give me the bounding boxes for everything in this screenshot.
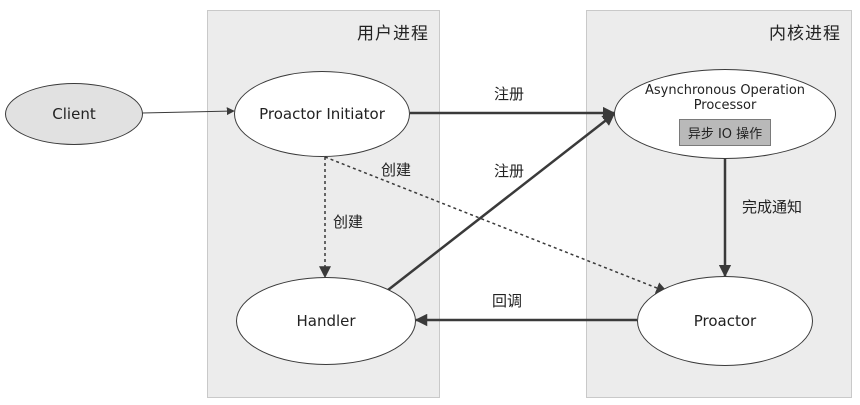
async-io-box: 异步 IO 操作 [678, 118, 772, 146]
handler-node: Handler [236, 277, 416, 365]
handler-register-arrow [387, 113, 615, 291]
async-operation-processor-label: Asynchronous Operation Processor [644, 82, 806, 113]
proactor-initiator-label: Proactor Initiator [259, 105, 385, 123]
async-operation-processor-node: Asynchronous Operation Processor 异步 IO 操… [614, 69, 836, 159]
handler-label: Handler [296, 312, 356, 330]
proactor-initiator-node: Proactor Initiator [234, 71, 410, 157]
proactor-label: Proactor [693, 312, 757, 330]
proactor-diagram: 用户进程 内核进程 Client Proactor Initiator Asyn… [0, 0, 860, 405]
client-label: Client [52, 105, 96, 123]
completion-notify-label: 完成通知 [742, 198, 803, 216]
register-label-diagonal: 注册 [494, 162, 525, 180]
proactor-node: Proactor [637, 276, 813, 366]
create-label-vertical: 创建 [333, 213, 364, 231]
client-to-initiator-arrow [141, 107, 235, 116]
register-label-top: 注册 [494, 85, 525, 103]
create-label-diagonal: 创建 [381, 161, 412, 179]
callback-label: 回调 [492, 292, 523, 310]
client-node: Client [5, 83, 143, 145]
